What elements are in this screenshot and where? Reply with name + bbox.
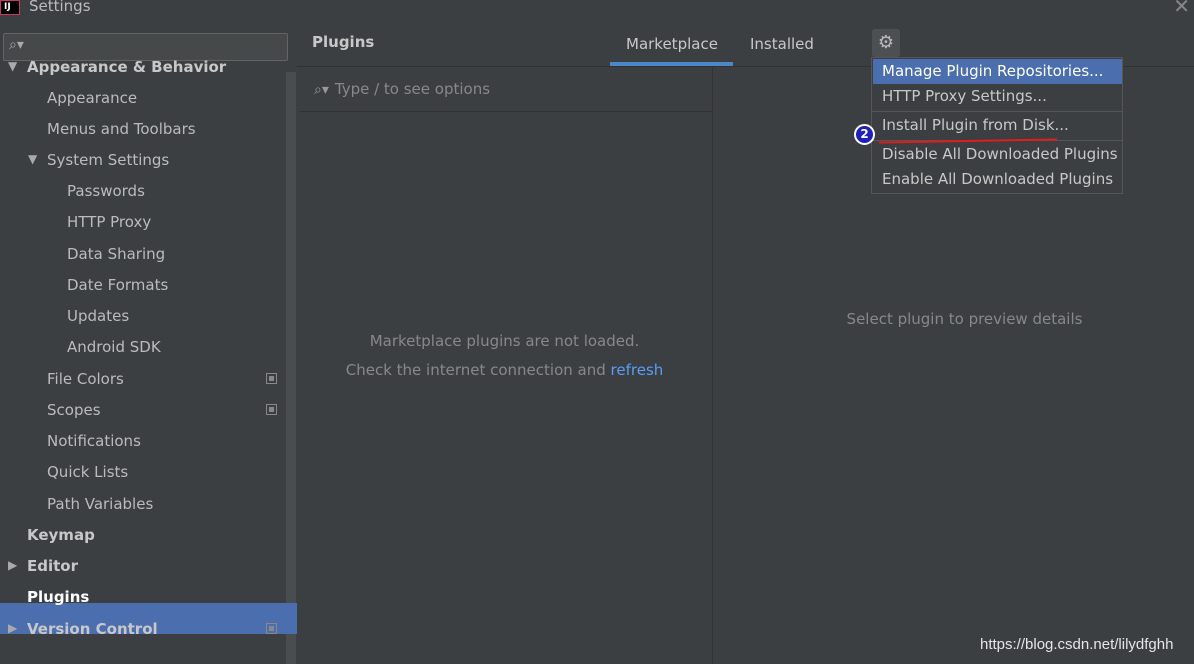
sidebar-item-appearance-behavior[interactable]: Appearance & Behavior <box>27 52 226 82</box>
menu-item-enable-downloaded[interactable]: Enable All Downloaded Plugins <box>873 167 1122 192</box>
sidebar-item-editor[interactable]: Editor <box>27 551 78 581</box>
sidebar-item-data-sharing[interactable]: Data Sharing <box>67 239 165 269</box>
sidebar-item-notifications[interactable]: Notifications <box>47 426 141 456</box>
sidebar-item-menus-and-toolbars[interactable]: Menus and Toolbars <box>47 114 196 144</box>
annotation-step-badge: 2 <box>854 124 875 145</box>
intellij-app-icon: IJ <box>0 0 20 15</box>
close-icon[interactable]: ✕ <box>1173 0 1190 18</box>
sidebar-scrollbar[interactable] <box>286 72 296 664</box>
sidebar-item-scopes[interactable]: Scopes <box>47 395 101 425</box>
sidebar-item-version-control[interactable]: Version Control <box>27 614 158 644</box>
tab-installed[interactable]: Installed <box>750 35 814 53</box>
settings-sidebar: ⌕▾ Appearance & Behavior ▼ Appearance Menus… <box>0 20 297 664</box>
preview-placeholder: Select plugin to preview details <box>846 310 1083 328</box>
gear-icon[interactable]: ⚙ <box>872 29 900 57</box>
expand-arrow-icon[interactable]: ▼ <box>8 59 17 73</box>
sidebar-item-plugins[interactable]: Plugins <box>27 582 89 612</box>
project-scope-icon <box>266 373 277 384</box>
sidebar-item-system-settings[interactable]: System Settings <box>47 145 169 175</box>
gear-dropdown-menu: Manage Plugin Repositories... HTTP Proxy… <box>871 57 1123 194</box>
menu-item-install-from-disk[interactable]: Install Plugin from Disk... <box>873 113 1122 138</box>
menu-item-http-proxy[interactable]: HTTP Proxy Settings... <box>873 84 1122 109</box>
menu-separator <box>872 111 1122 112</box>
collapse-arrow-icon[interactable]: ▶ <box>8 621 17 635</box>
sidebar-item-file-colors[interactable]: File Colors <box>47 364 124 394</box>
sidebar-item-http-proxy[interactable]: HTTP Proxy <box>67 207 151 237</box>
watermark: https://blog.csdn.net/lilydfghh <box>980 636 1174 653</box>
sidebar-item-keymap[interactable]: Keymap <box>27 520 95 550</box>
empty-message: Marketplace plugins are not loaded. <box>369 332 640 350</box>
project-scope-icon <box>266 623 277 634</box>
search-icon: ⌕▾ <box>9 37 24 53</box>
empty-message-hint: Check the internet connection and refres… <box>345 361 664 379</box>
menu-item-manage-repositories[interactable]: Manage Plugin Repositories... <box>873 59 1122 84</box>
plugin-search-input[interactable]: ⌕▾ Type / to see options <box>314 80 490 98</box>
collapse-arrow-icon[interactable]: ▶ <box>8 558 17 572</box>
sidebar-item-updates[interactable]: Updates <box>67 301 129 331</box>
sidebar-item-path-variables[interactable]: Path Variables <box>47 489 153 519</box>
refresh-link[interactable]: refresh <box>611 361 664 379</box>
project-scope-icon <box>266 404 277 415</box>
sidebar-item-date-formats[interactable]: Date Formats <box>67 270 168 300</box>
search-divider <box>300 111 712 112</box>
sidebar-item-android-sdk[interactable]: Android SDK <box>67 332 161 362</box>
pane-divider[interactable] <box>712 67 713 664</box>
sidebar-item-appearance[interactable]: Appearance <box>47 83 137 113</box>
expand-arrow-icon[interactable]: ▼ <box>28 152 37 166</box>
page-title: Plugins <box>312 33 375 51</box>
window-title: Settings <box>29 0 91 15</box>
search-icon: ⌕▾ <box>314 82 329 98</box>
menu-item-disable-downloaded[interactable]: Disable All Downloaded Plugins <box>873 142 1122 167</box>
sidebar-item-quick-lists[interactable]: Quick Lists <box>47 457 128 487</box>
sidebar-item-passwords[interactable]: Passwords <box>67 176 145 206</box>
title-bar: IJ Settings ✕ <box>0 0 1194 20</box>
tab-marketplace[interactable]: Marketplace <box>626 35 718 53</box>
